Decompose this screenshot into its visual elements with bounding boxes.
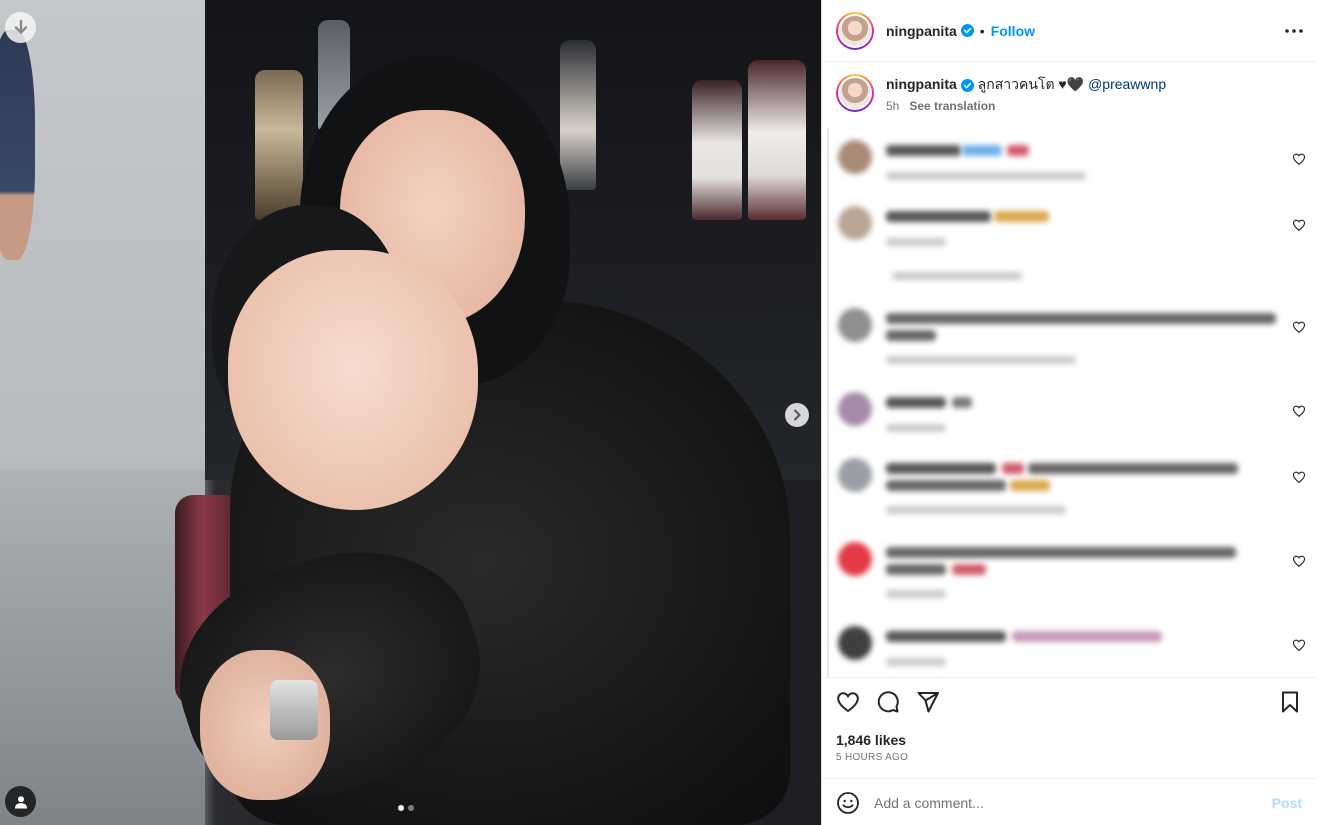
- photo-face-main: [228, 250, 478, 510]
- caption-author-avatar[interactable]: [836, 74, 874, 112]
- caption-body: ningpanita ลูกสาวคนโต ♥🖤 @preawwnp 5h See…: [886, 74, 1166, 127]
- follow-button[interactable]: Follow: [991, 23, 1035, 39]
- caption-mention-link[interactable]: @preawwnp: [1088, 76, 1166, 92]
- comment-text-blurred: [886, 463, 996, 474]
- post-header: ningpanita • Follow: [822, 0, 1317, 62]
- carousel-indicator: [398, 805, 414, 811]
- comment-like-heart-icon[interactable]: [1292, 404, 1306, 418]
- post-photo[interactable]: [0, 0, 821, 825]
- photo-bottle: [748, 60, 806, 220]
- comment-text-blurred: [1012, 631, 1162, 642]
- comment-avatar[interactable]: [838, 392, 872, 426]
- view-replies-blurred[interactable]: [892, 272, 1022, 280]
- caption-text: ลูกสาวคนโต ♥🖤: [977, 76, 1085, 92]
- comments-list[interactable]: [822, 128, 1316, 677]
- comment-text-blurred: [1002, 463, 1024, 474]
- caption-time[interactable]: 5h: [886, 99, 899, 113]
- comment-text-blurred: [952, 564, 986, 575]
- author-username[interactable]: ningpanita: [886, 23, 957, 39]
- comment-text-blurred: [962, 145, 1002, 156]
- comments-scrollbar[interactable]: [827, 128, 829, 677]
- photo-bottle: [560, 40, 596, 190]
- heart-icon[interactable]: [836, 690, 860, 714]
- download-button[interactable]: [5, 12, 36, 43]
- comment-avatar[interactable]: [838, 458, 872, 492]
- comment-text-blurred: [886, 211, 991, 222]
- comment-meta-blurred: [886, 356, 1076, 364]
- emoji-icon: [837, 791, 859, 814]
- download-arrow-icon: [14, 19, 27, 34]
- verified-badge-icon: [960, 24, 974, 37]
- comment-text-blurred: [886, 397, 946, 408]
- comment-text-blurred: [886, 145, 961, 156]
- post-comment-button[interactable]: Post: [1272, 795, 1302, 811]
- photo-bottle: [255, 70, 303, 220]
- comment-avatar[interactable]: [838, 542, 872, 576]
- author-avatar[interactable]: [836, 11, 874, 50]
- post-actions: 1,846 likes 5 HOURS AGO Post: [822, 677, 1316, 825]
- comment-like-heart-icon[interactable]: [1292, 554, 1306, 568]
- comment-meta-blurred: [886, 238, 946, 246]
- header-separator: •: [979, 22, 985, 39]
- carousel-next-button[interactable]: [785, 403, 809, 427]
- action-bar: [836, 690, 1302, 716]
- see-translation-button[interactable]: See translation: [909, 99, 995, 113]
- comment-icon[interactable]: [876, 690, 900, 714]
- like-count[interactable]: 1,846 likes: [836, 732, 906, 748]
- comment-text-blurred: [886, 330, 936, 341]
- comment-text-blurred: [886, 313, 1276, 324]
- comment-text-blurred: [1010, 480, 1050, 491]
- caption-meta: 5h See translation: [886, 96, 1166, 116]
- comment-text-blurred: [1028, 463, 1238, 474]
- comment-meta-blurred: [886, 172, 1086, 180]
- comment-like-heart-icon[interactable]: [1292, 638, 1306, 652]
- comment-text-blurred: [1007, 145, 1029, 156]
- comment-avatar[interactable]: [838, 308, 872, 342]
- photo-background-person: [0, 30, 35, 260]
- add-comment-bar: Post: [822, 778, 1316, 825]
- add-comment-input[interactable]: [874, 794, 1254, 811]
- avatar-image: [838, 76, 872, 110]
- share-icon[interactable]: [916, 690, 940, 714]
- comment-meta-blurred: [886, 590, 946, 598]
- more-options-button[interactable]: [1285, 28, 1303, 33]
- comment-like-heart-icon[interactable]: [1292, 470, 1306, 484]
- bookmark-icon[interactable]: [1278, 690, 1302, 714]
- comment-meta-blurred: [886, 506, 1066, 514]
- post-caption: ningpanita ลูกสาวคนโต ♥🖤 @preawwnp 5h See…: [822, 62, 1317, 127]
- more-options-icon: [1285, 28, 1303, 33]
- user-tag-icon: [14, 795, 27, 808]
- comment-like-heart-icon[interactable]: [1292, 152, 1306, 166]
- user-tags-button[interactable]: [5, 786, 36, 817]
- comment-text-blurred: [886, 564, 946, 575]
- verified-badge-icon: [960, 78, 974, 92]
- instagram-post-view: ningpanita • Follow ningpanita ลูกสาวคนโ…: [0, 0, 1317, 825]
- photo-bottle: [692, 80, 742, 220]
- comment-text-blurred: [952, 397, 972, 408]
- carousel-dot: [408, 805, 414, 811]
- comment-avatar[interactable]: [838, 140, 872, 174]
- comment-meta-blurred: [886, 424, 946, 432]
- comment-avatar[interactable]: [838, 626, 872, 660]
- carousel-dot-active: [398, 805, 404, 811]
- comment-text-blurred: [886, 480, 1006, 491]
- caption-username[interactable]: ningpanita: [886, 76, 957, 92]
- post-timestamp: 5 HOURS AGO: [836, 752, 909, 763]
- avatar-image: [838, 13, 872, 48]
- comment-like-heart-icon[interactable]: [1292, 320, 1306, 334]
- comment-like-heart-icon[interactable]: [1292, 218, 1306, 232]
- emoji-button[interactable]: [836, 791, 860, 815]
- chevron-right-icon: [794, 409, 801, 421]
- comment-text-blurred: [886, 631, 1006, 642]
- comment-avatar[interactable]: [838, 206, 872, 240]
- comment-text-blurred: [886, 547, 1236, 558]
- comment-text-blurred: [994, 211, 1049, 222]
- photo-watch: [270, 680, 318, 740]
- comment-meta-blurred: [886, 658, 946, 666]
- post-side-panel: ningpanita • Follow ningpanita ลูกสาวคนโ…: [821, 0, 1317, 825]
